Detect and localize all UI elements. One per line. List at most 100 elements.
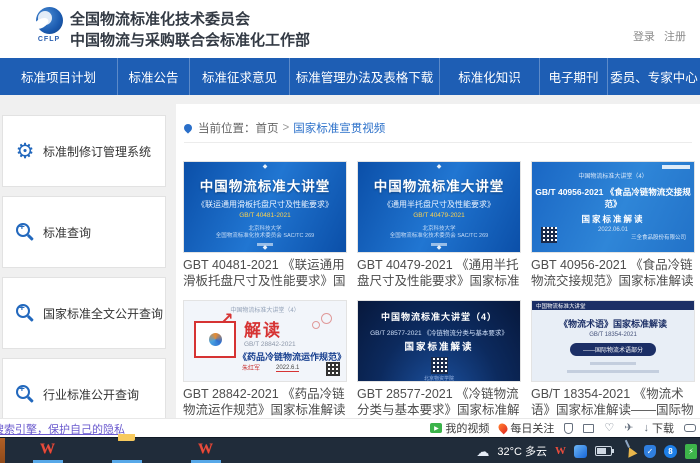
video-caption[interactable]: GBT 40479-2021 《通用半托盘尺寸及性能要求》国家标准解读 xyxy=(357,257,521,289)
video-card-40479: ◆ 中国物流标准大讲堂 《通用半托盘尺寸及性能要求》 GB/T 40479-20… xyxy=(357,161,521,289)
download-button[interactable]: ↓ 下载 xyxy=(644,420,675,436)
login-link[interactable]: 登录 xyxy=(633,31,655,43)
car-icon[interactable] xyxy=(684,424,696,432)
thumb-big-label: 解读 xyxy=(244,316,282,341)
favorites-heart-icon[interactable]: ♡ xyxy=(604,423,614,434)
my-videos-button[interactable]: ▶ 我的视频 xyxy=(430,420,489,436)
thumb-header-bar: 中国物流标准大讲堂 xyxy=(532,301,694,310)
thumb-subtitle: 国家标准解读 xyxy=(532,213,694,225)
browser-toolbar: ▶ 我的视频 每日关注 ♡ ✈ ↓ 下载 xyxy=(430,419,696,437)
thumb-subtitle: 国家标准解读 xyxy=(358,339,520,353)
video-card-28842: 中国物流标准大讲堂（4） ↗ 解读 GB/T 28842-2021 《药品冷链物… xyxy=(183,300,347,418)
page: CFLP 全国物流标准化技术委员会 中国物流与采购联合会标准化工作部 登录 注册… xyxy=(0,0,700,463)
search-plus-icon: + xyxy=(7,385,43,404)
thumb-orgs: 北京科技大学全国物流标准化技术委员会 SAC/TC 269 xyxy=(358,226,520,240)
diamond-icon: ◆ xyxy=(263,244,268,251)
breadcrumb-home[interactable]: 首页 xyxy=(256,120,279,136)
play-icon: ▶ xyxy=(430,423,442,433)
video-caption[interactable]: GBT 40956-2021 《食品冷链物流交接规范》国家标准解读 xyxy=(531,257,695,289)
auth-links: 登录 注册 xyxy=(627,28,686,44)
wps-taskbar-icon[interactable]: W xyxy=(40,441,55,458)
video-thumbnail[interactable]: 中国物流标准大讲堂（4） GB/T 28577-2021 《冷链物流分类与基本要… xyxy=(357,300,521,382)
video-thumbnail[interactable]: 中国物流标准大讲堂（4） GB/T 40956-2021 《食品冷链物流交接规范… xyxy=(531,161,695,253)
sidebar-item-label: 行业标准公开查询 xyxy=(43,386,139,403)
video-caption[interactable]: GB/T 18354-2021 《物流术语》国家标准解读——国际物流术语 xyxy=(531,386,695,418)
battery-icon[interactable] xyxy=(595,446,612,456)
qr-code-icon xyxy=(326,362,340,376)
thumb-org: 三全食品股份有限公司 xyxy=(631,233,686,241)
nav-item-announcement[interactable]: 标准公告 xyxy=(118,58,190,95)
video-thumbnail[interactable]: ◆ 中国物流标准大讲堂 《通用半托盘尺寸及性能要求》 GB/T 40479-20… xyxy=(357,161,521,253)
thumb-code: GB/T 40481-2021 xyxy=(184,212,346,219)
adblock-shield-icon[interactable] xyxy=(564,423,573,434)
security-shield-icon[interactable]: ✓ xyxy=(644,445,656,458)
breadcrumb-current: 国家标准宣贯视频 xyxy=(293,120,385,136)
thumb-code: GB/T 28842-2021 xyxy=(244,341,296,348)
cflp-logo[interactable]: CFLP xyxy=(32,7,66,51)
sidebar-item-national-fulltext-search[interactable]: + 国家标准全文公开查询 xyxy=(2,277,166,349)
breadcrumb-divider xyxy=(184,142,692,143)
site-header: CFLP 全国物流标准化技术委员会 中国物流与采购联合会标准化工作部 登录 注册 xyxy=(0,0,700,58)
thumb-code-title: GB/T 40956-2021 《食品冷链物流交接规范》 xyxy=(532,186,694,210)
boost-rocket-icon[interactable]: ✈ xyxy=(624,423,633,434)
video-thumbnail[interactable]: 中国物流标准大讲堂 《物流术语》国家标准解读 GB/T 18354-2021 —… xyxy=(531,300,695,382)
system-tray: ☁ 32°C 多云 W ✓ 8 ⚡ xyxy=(476,438,697,463)
decor-bar xyxy=(567,370,659,373)
flame-icon xyxy=(497,422,510,435)
weather-text[interactable]: 32°C 多云 xyxy=(497,443,547,459)
video-caption[interactable]: GBT 28577-2021 《冷链物流分类与基本要求》国家标准解读 xyxy=(357,386,521,418)
thumb-code: GB/T 18354-2021 xyxy=(532,332,694,338)
download-arrow-icon: ↓ xyxy=(644,423,650,434)
register-link[interactable]: 注册 xyxy=(664,31,686,43)
sidebar-item-label: 标准制修订管理系统 xyxy=(43,143,151,160)
daily-follow-button[interactable]: 每日关注 xyxy=(499,420,554,436)
nav-item-management-download[interactable]: 标准管理办法及表格下载 xyxy=(290,58,440,95)
site-title-line2: 中国物流与采购联合会标准化工作部 xyxy=(70,29,310,50)
thumb-code-title: GB/T 28577-2021 《冷链物流分类与基本要求》 xyxy=(358,327,520,337)
browser-status-strip: 搜索引擎，保护自己的隐私 ▶ 我的视频 每日关注 ♡ ✈ ↓ 下载 xyxy=(0,418,700,437)
breadcrumb-separator: > xyxy=(283,122,290,134)
decor-circle xyxy=(321,313,332,324)
video-thumbnail[interactable]: 中国物流标准大讲堂（4） ↗ 解读 GB/T 28842-2021 《药品冷链物… xyxy=(183,300,347,382)
sidebar-item-label: 国家标准全文公开查询 xyxy=(43,305,163,322)
taskbar-edge-strip xyxy=(0,438,5,463)
nav-item-experts[interactable]: 委员、专家中心 xyxy=(608,58,700,95)
breadcrumb-label: 当前位置： xyxy=(198,120,256,136)
thumb-series: 中国物流标准大讲堂 xyxy=(536,302,586,310)
qr-code-icon xyxy=(431,357,448,374)
thumb-series: 中国物流标准大讲堂（4） xyxy=(358,310,520,323)
thumb-code: GB/T 40479-2021 xyxy=(358,212,520,219)
thumb-orgs: 北京物资学院全国物流标准化技术委员会 xyxy=(358,376,520,382)
bluetooth-icon[interactable]: 8 xyxy=(664,445,677,458)
thumb-date: 2022.6.1 xyxy=(276,365,299,372)
arrow-up-right-icon: ↗ xyxy=(220,309,233,329)
logo-text: CFLP xyxy=(32,36,66,43)
sidebar-item-standard-search[interactable]: + 标准查询 xyxy=(2,196,166,268)
gear-icon: ⚙ xyxy=(7,141,43,162)
nav-item-comments[interactable]: 标准征求意见 xyxy=(190,58,290,95)
video-card-18354: 中国物流标准大讲堂 《物流术语》国家标准解读 GB/T 18354-2021 —… xyxy=(531,300,695,418)
blue-app-tray-icon[interactable] xyxy=(574,445,587,458)
wps-taskbar-icon-2[interactable]: W xyxy=(198,441,213,458)
cleaner-broom-icon[interactable] xyxy=(625,445,638,457)
wps-tray-icon[interactable]: W xyxy=(555,445,566,457)
nav-item-project-plan[interactable]: 标准项目计划 xyxy=(0,58,118,95)
video-caption[interactable]: GBT 28842-2021 《药品冷链物流运作规范》国家标准解读 xyxy=(183,386,347,418)
thumb-series: 中国物流标准大讲堂（4） xyxy=(184,305,346,314)
privacy-status-link[interactable]: 搜索引擎，保护自己的隐私 xyxy=(0,421,125,437)
video-caption[interactable]: GBT 40481-2021 《联运通用滑板托盘尺寸及性能要求》国家标准解读 xyxy=(183,257,347,289)
breadcrumb: 当前位置： 首页 > 国家标准宣贯视频 xyxy=(184,120,385,136)
thumb-subtitle: 《通用半托盘尺寸及性能要求》 xyxy=(358,199,520,210)
site-title-line1: 全国物流标准化技术委员会 xyxy=(70,8,250,29)
thumb-title: 《物流术语》国家标准解读 xyxy=(532,317,694,330)
screenshot-icon[interactable] xyxy=(583,424,594,433)
sidebar-item-revision-system[interactable]: ⚙ 标准制修订管理系统 xyxy=(2,115,166,187)
charging-battery-icon[interactable]: ⚡ xyxy=(685,444,697,459)
globe-icon xyxy=(36,7,63,34)
nav-item-knowledge[interactable]: 标准化知识 xyxy=(440,58,540,95)
nav-item-ejournal[interactable]: 电子期刊 xyxy=(540,58,608,95)
thumb-presenter: 朱红军 xyxy=(242,363,260,372)
weather-cloud-icon[interactable]: ☁ xyxy=(476,445,489,458)
video-thumbnail[interactable]: ◆ 中国物流标准大讲堂 《联运通用滑板托盘尺寸及性能要求》 GB/T 40481… xyxy=(183,161,347,253)
thumb-title: 中国物流标准大讲堂 xyxy=(358,175,520,195)
